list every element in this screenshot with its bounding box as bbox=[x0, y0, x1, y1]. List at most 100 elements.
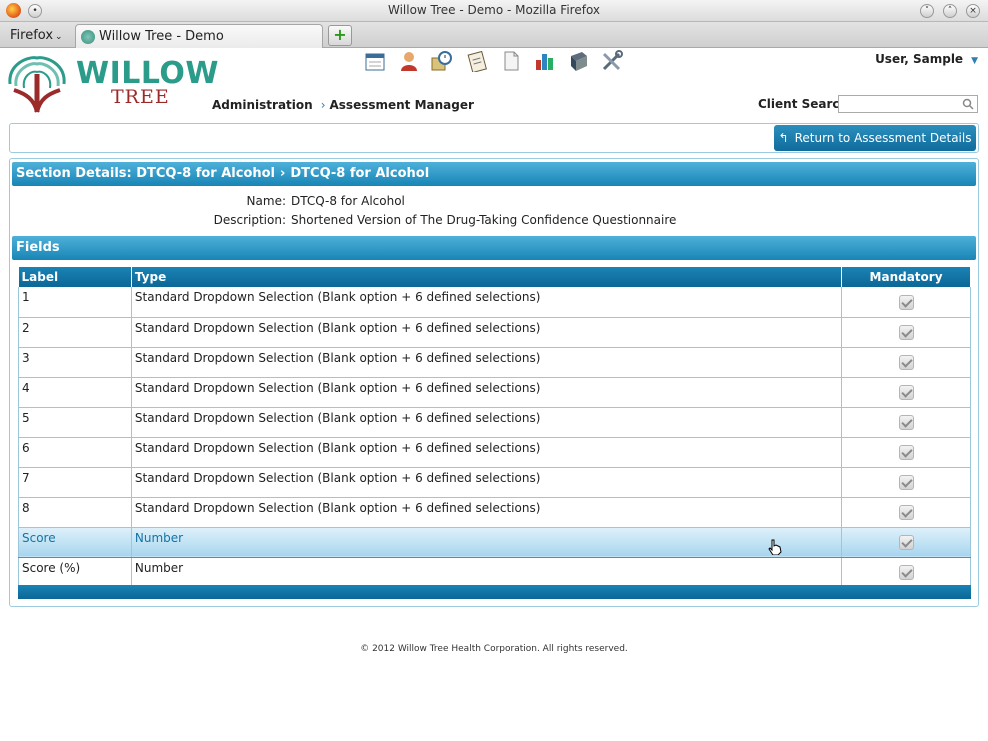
column-header-label[interactable]: Label bbox=[18, 267, 132, 287]
name-label: Name: bbox=[246, 194, 286, 208]
table-row[interactable]: Score (%) Number bbox=[18, 557, 971, 588]
window-titlebar: • Willow Tree - Demo - Mozilla Firefox ˅… bbox=[0, 0, 988, 22]
description-label: Description: bbox=[213, 213, 286, 227]
field-type-cell: Standard Dropdown Selection (Blank optio… bbox=[130, 407, 843, 438]
table-footer-bar bbox=[18, 585, 971, 599]
book-icon[interactable] bbox=[568, 50, 590, 72]
breadcrumb: Administration › Assessment Manager bbox=[212, 98, 474, 112]
name-value: DTCQ-8 for Alcohol bbox=[291, 194, 405, 208]
field-mandatory-cell bbox=[841, 287, 971, 318]
field-mandatory-cell bbox=[841, 467, 971, 498]
fields-table: Label Type Mandatory 1 Standard Dropdown … bbox=[18, 267, 971, 588]
browser-tab[interactable]: Willow Tree - Demo bbox=[75, 24, 323, 48]
section-details-header: Section Details: DTCQ-8 for Alcohol › DTCQ… bbox=[12, 162, 976, 186]
table-row[interactable]: 4 Standard Dropdown Selection (Blank opti… bbox=[18, 377, 971, 408]
field-mandatory-cell bbox=[841, 317, 971, 348]
table-header-row: Label Type Mandatory bbox=[18, 267, 971, 287]
nav-administration[interactable]: Administration bbox=[212, 98, 313, 112]
new-tab-button[interactable]: + bbox=[328, 25, 352, 46]
breadcrumb-separator-icon: › bbox=[320, 98, 326, 112]
field-label-cell: 1 bbox=[18, 287, 132, 318]
field-mandatory-cell bbox=[841, 437, 971, 468]
tree-favicon-icon bbox=[81, 30, 95, 44]
return-arrow-icon: ↰ bbox=[778, 131, 789, 145]
field-type-cell: Standard Dropdown Selection (Blank optio… bbox=[130, 317, 843, 348]
field-mandatory-cell bbox=[841, 347, 971, 378]
client-search-label: Client Search bbox=[758, 97, 849, 111]
mandatory-checkbox[interactable] bbox=[898, 505, 914, 520]
caret-down-icon: ▼ bbox=[971, 56, 978, 66]
field-label-cell: Score bbox=[18, 527, 132, 558]
maximize-icon[interactable]: ˄ bbox=[943, 4, 957, 18]
minimize-icon[interactable]: ˅ bbox=[920, 4, 934, 18]
mandatory-checkbox[interactable] bbox=[898, 475, 914, 490]
table-row[interactable]: 5 Standard Dropdown Selection (Blank opti… bbox=[18, 407, 971, 438]
title-separator-icon: › bbox=[280, 166, 286, 181]
fields-header: Fields bbox=[12, 236, 976, 260]
table-row[interactable]: 7 Standard Dropdown Selection (Blank opti… bbox=[18, 467, 971, 498]
user-name: User, Sample bbox=[875, 52, 964, 66]
description-value: Shortened Version of The Drug-Taking Con… bbox=[291, 213, 677, 227]
field-mandatory-cell bbox=[841, 407, 971, 438]
fields-table-body: 1 Standard Dropdown Selection (Blank opti… bbox=[18, 287, 971, 588]
mandatory-checkbox[interactable] bbox=[898, 415, 914, 430]
client-icon[interactable] bbox=[398, 50, 420, 72]
table-row[interactable]: 6 Standard Dropdown Selection (Blank opti… bbox=[18, 437, 971, 468]
mandatory-checkbox[interactable] bbox=[898, 565, 914, 580]
field-type-cell: Standard Dropdown Selection (Blank optio… bbox=[130, 347, 843, 378]
copyright-text: © 2012 Willow Tree Health Corporation. A… bbox=[360, 644, 628, 654]
calendar-icon[interactable] bbox=[364, 50, 386, 72]
mandatory-checkbox[interactable] bbox=[898, 385, 914, 400]
table-row[interactable]: 3 Standard Dropdown Selection (Blank opti… bbox=[18, 347, 971, 378]
tab-title: Willow Tree - Demo bbox=[99, 29, 224, 44]
field-type-cell: Standard Dropdown Selection (Blank optio… bbox=[130, 287, 843, 318]
mandatory-checkbox[interactable] bbox=[898, 325, 914, 340]
field-type-cell: Standard Dropdown Selection (Blank optio… bbox=[130, 497, 843, 528]
column-header-type[interactable]: Type bbox=[131, 267, 843, 287]
chevron-down-icon: ⌄ bbox=[55, 32, 63, 42]
mandatory-checkbox[interactable] bbox=[898, 445, 914, 460]
client-search-input[interactable] bbox=[838, 95, 978, 113]
firefox-menu-label: Firefox bbox=[10, 28, 54, 43]
return-button-label: Return to Assessment Details bbox=[794, 131, 972, 145]
field-label-cell: 2 bbox=[18, 317, 132, 348]
app-header: WILLOW TREE User, Sample ▼ Administration… bbox=[0, 48, 988, 118]
willow-tree-logo[interactable]: WILLOW TREE bbox=[4, 50, 219, 116]
table-row[interactable]: 2 Standard Dropdown Selection (Blank opti… bbox=[18, 317, 971, 348]
close-icon[interactable]: × bbox=[966, 4, 980, 18]
column-header-mandatory[interactable]: Mandatory bbox=[841, 267, 971, 287]
table-row[interactable]: 8 Standard Dropdown Selection (Blank opti… bbox=[18, 497, 971, 528]
table-row[interactable]: 1 Standard Dropdown Selection (Blank opti… bbox=[18, 287, 971, 318]
field-type-cell: Standard Dropdown Selection (Blank optio… bbox=[130, 467, 843, 498]
field-label-cell: 5 bbox=[18, 407, 132, 438]
field-mandatory-cell bbox=[841, 557, 971, 588]
firefox-menu-button[interactable]: Firefox ⌄ bbox=[10, 28, 63, 43]
field-label-cell: 6 bbox=[18, 437, 132, 468]
field-label-cell: 3 bbox=[18, 347, 132, 378]
user-menu[interactable]: User, Sample ▼ bbox=[875, 52, 978, 66]
field-label-cell: Score (%) bbox=[18, 557, 132, 588]
section-subtitle: DTCQ-8 for Alcohol bbox=[290, 166, 430, 181]
field-mandatory-cell bbox=[841, 497, 971, 528]
document-icon[interactable] bbox=[500, 50, 522, 72]
clipboard-icon[interactable] bbox=[466, 50, 488, 72]
field-mandatory-cell bbox=[841, 527, 971, 558]
mandatory-checkbox[interactable] bbox=[898, 535, 914, 550]
window-title: Willow Tree - Demo - Mozilla Firefox bbox=[387, 3, 601, 17]
search-clock-icon[interactable] bbox=[431, 50, 453, 72]
tools-icon[interactable] bbox=[601, 50, 623, 72]
tab-bar: Firefox ⌄ Willow Tree - Demo + bbox=[0, 22, 988, 48]
nav-assessment-manager[interactable]: Assessment Manager bbox=[330, 98, 474, 112]
chart-icon[interactable] bbox=[534, 50, 556, 72]
field-label-cell: 4 bbox=[18, 377, 132, 408]
return-to-assessment-details-button[interactable]: ↰ Return to Assessment Details bbox=[774, 125, 976, 151]
table-row[interactable]: Score Number bbox=[18, 527, 971, 558]
mandatory-checkbox[interactable] bbox=[898, 294, 914, 310]
field-type-cell: Standard Dropdown Selection (Blank optio… bbox=[130, 437, 843, 468]
field-type-cell: Standard Dropdown Selection (Blank optio… bbox=[130, 377, 843, 408]
field-type-cell: Number bbox=[130, 557, 843, 588]
tree-logo-icon bbox=[8, 56, 66, 113]
field-label-cell: 7 bbox=[18, 467, 132, 498]
search-icon[interactable] bbox=[962, 98, 974, 110]
mandatory-checkbox[interactable] bbox=[898, 355, 914, 370]
